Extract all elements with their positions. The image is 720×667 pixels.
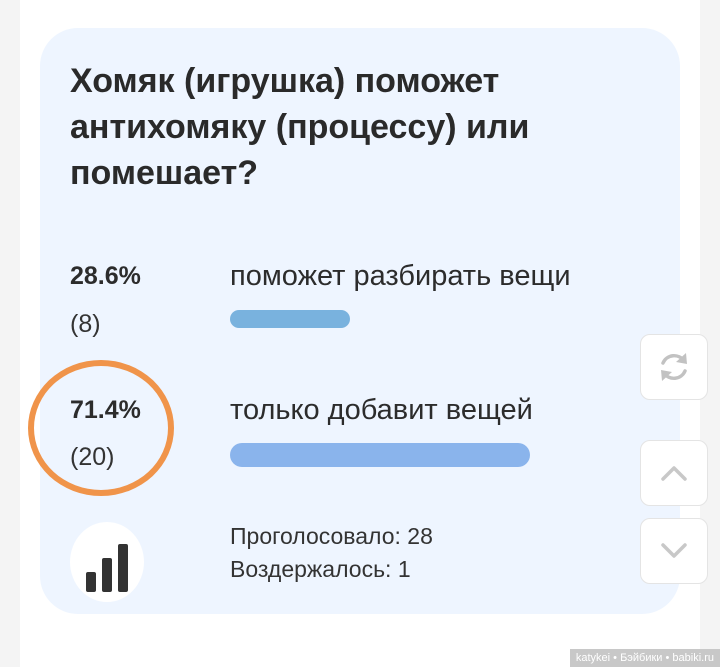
- option-vote-count: (8): [70, 310, 101, 338]
- option-percent: 28.6%: [70, 262, 141, 290]
- abstained-count: Воздержалось: 1: [230, 556, 411, 582]
- scroll-down-button[interactable]: [640, 518, 708, 584]
- watermark: katykei • Бэйбики • babiki.ru: [569, 649, 720, 667]
- refresh-button[interactable]: [640, 334, 708, 400]
- option-result-bar: [230, 310, 350, 328]
- refresh-icon: [661, 353, 687, 381]
- voted-count: Проголосовало: 28: [230, 523, 433, 549]
- bar-chart-icon: [86, 544, 128, 592]
- poll-question: Хомяк (игрушка) поможет антихомяку (проц…: [70, 62, 530, 192]
- highlight-circle: [28, 360, 174, 496]
- chevron-down-icon: [661, 543, 687, 558]
- scroll-up-button[interactable]: [640, 440, 708, 506]
- option-label: поможет разбирать вещи: [230, 260, 571, 292]
- option-result-bar: [230, 443, 530, 467]
- option-label: только добавит вещей: [230, 394, 533, 426]
- poll-stats-button[interactable]: [70, 522, 144, 602]
- chevron-up-icon: [661, 466, 687, 481]
